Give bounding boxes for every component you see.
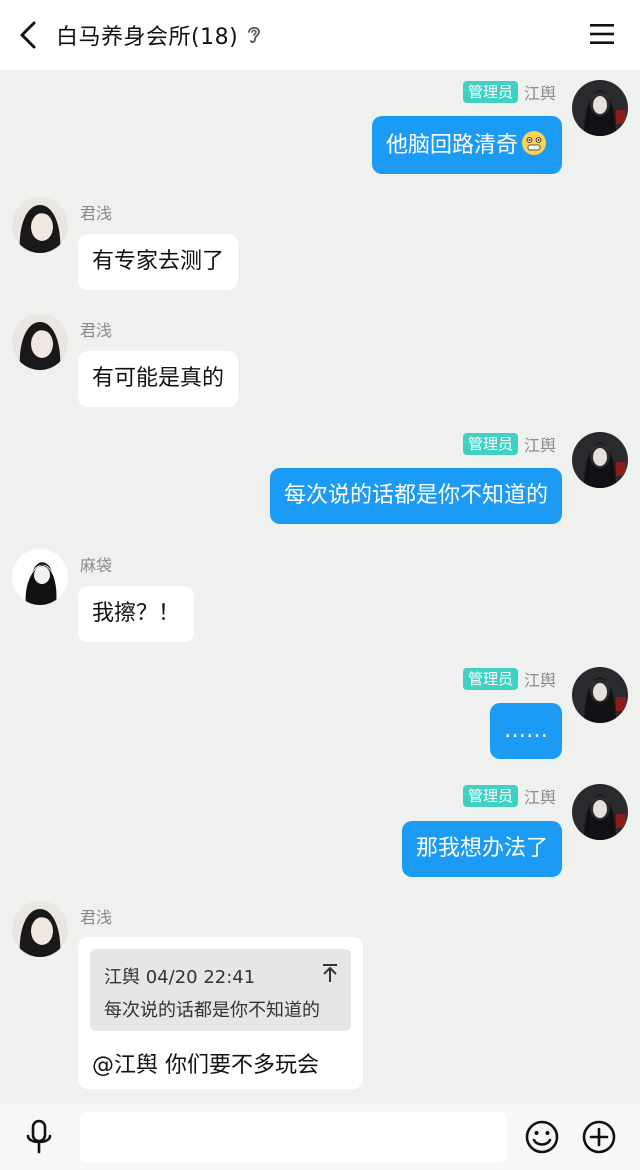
jump-to-original-icon[interactable] [321,963,339,983]
admin-badge: 管理员 [462,668,518,690]
sender-name: 江舆 [523,84,556,103]
reply-bubble[interactable]: 江舆 04/20 22:41 每次说的话都是你不知道的 @江舆 你们要不多玩会 [78,937,363,1089]
avatar[interactable] [12,549,68,605]
message-meta: 管理员 江舆 [462,667,556,691]
sender-name: 君浅 [80,908,113,927]
microphone-icon[interactable] [24,1119,54,1155]
message-text: 他脑回路清奇 [385,133,518,158]
avatar[interactable] [572,432,628,488]
quote-author-time: 江舆 04/20 22:41 [104,967,256,988]
avatar[interactable] [12,197,68,253]
chat-bubble[interactable]: 有专家去测了 [78,234,239,290]
sender-name: 君浅 [80,321,113,340]
message-text: 有专家去测了 [92,249,225,274]
admin-badge: 管理员 [462,433,518,455]
message-input[interactable] [80,1112,506,1162]
sender-name: 江舆 [523,436,556,455]
quoted-message[interactable]: 江舆 04/20 22:41 每次说的话都是你不知道的 [90,949,351,1031]
hamburger-menu-icon[interactable] [590,23,614,45]
message-text: 每次说的话都是你不知道的 [283,483,548,508]
chat-bubble[interactable]: 我擦？！ [78,586,195,642]
sender-name: 麻袋 [80,556,113,575]
sender-name: 君浅 [80,204,113,223]
avatar[interactable] [12,314,68,370]
grimacing-face-icon [522,131,546,155]
input-bar [0,1104,640,1170]
chevron-left-icon[interactable] [14,20,42,50]
avatar[interactable] [12,901,68,957]
quote-text: 每次说的话都是你不知道的 [104,1000,320,1021]
chat-header: 白马养身会所(18) [0,0,640,70]
message-text: 那我想办法了 [415,836,548,861]
message-text: 有可能是真的 [92,366,225,391]
smiley-icon[interactable] [524,1119,560,1155]
avatar[interactable] [572,80,628,136]
chat-bubble[interactable]: 有可能是真的 [78,351,239,407]
ear-icon [248,26,261,43]
chat-bubble[interactable]: 每次说的话都是你不知道的 [269,468,562,524]
chat-title: 白马养身会所(18) [56,25,239,50]
message-text: 我擦？！ [92,601,181,626]
chat-bubble[interactable]: 他脑回路清奇 [371,116,562,174]
avatar[interactable] [572,784,628,840]
message-text: @江舆 你们要不多玩会 [92,1053,319,1078]
plus-circle-icon[interactable] [581,1119,617,1155]
sender-name: 江舆 [523,671,556,690]
title-group[interactable]: 白马养身会所(18) [56,19,262,51]
message-meta: 管理员 江舆 [462,784,556,808]
message-meta: 管理员 江舆 [462,432,556,456]
sender-name: 江舆 [523,788,556,807]
admin-badge: 管理员 [462,785,518,807]
avatar[interactable] [572,667,628,723]
message-meta: 管理员 江舆 [462,80,556,104]
admin-badge: 管理员 [462,81,518,103]
chat-bubble[interactable]: 那我想办法了 [401,821,562,877]
message-text: …… [504,718,548,743]
chat-bubble[interactable]: …… [490,703,562,759]
